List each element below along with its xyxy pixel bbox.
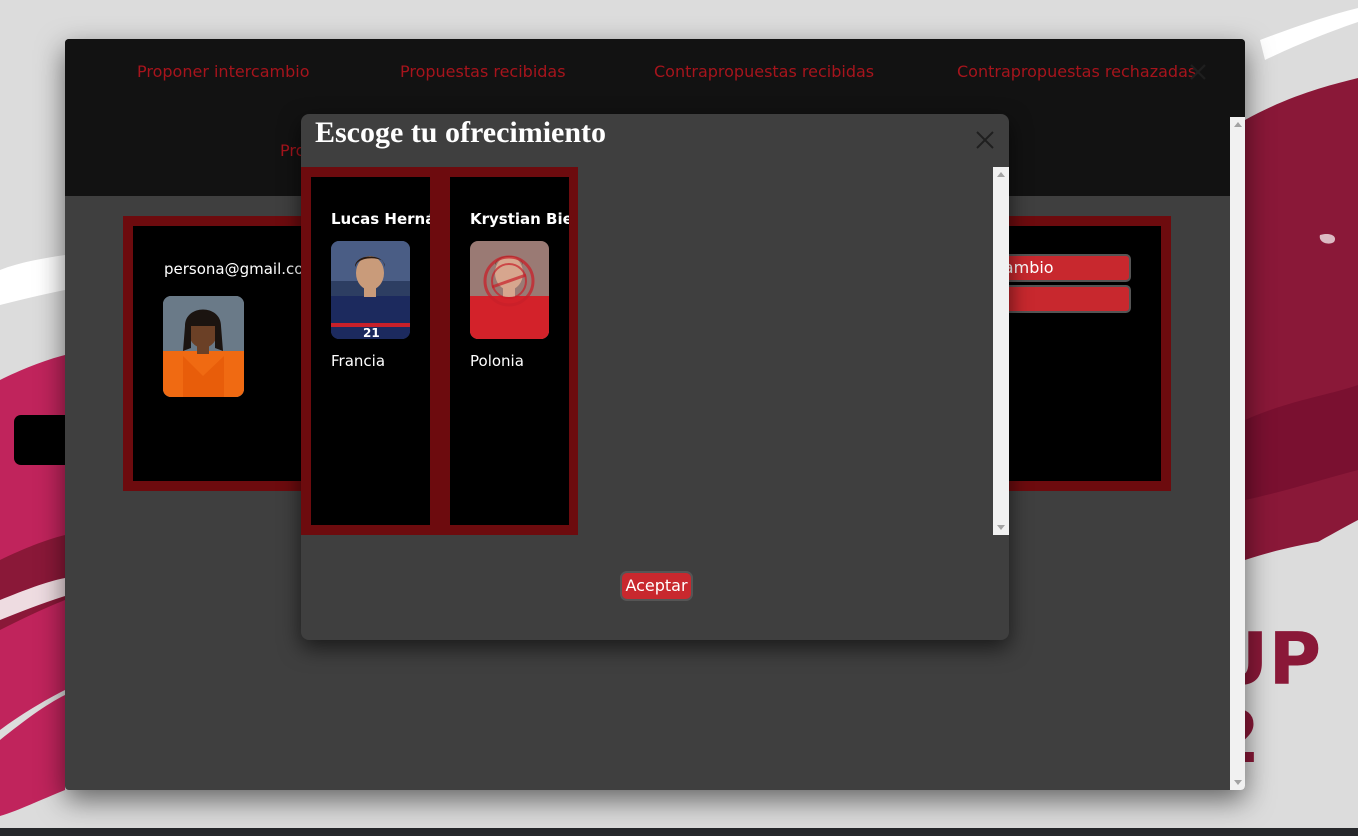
- nav-contrapropuestas-recibidas[interactable]: Contrapropuestas recibidas: [654, 62, 874, 81]
- scroll-down-arrow-icon[interactable]: [1234, 780, 1242, 785]
- player-scroll-area[interactable]: Lucas Hernández 21 Francia: [301, 167, 1009, 535]
- svg-text:21: 21: [363, 326, 380, 339]
- close-icon[interactable]: [1187, 61, 1209, 83]
- player-card[interactable]: Lucas Hernández 21 Francia: [311, 177, 430, 525]
- player-list: Lucas Hernández 21 Francia: [301, 167, 578, 535]
- player-card[interactable]: Krystian Bielik Polonia: [450, 177, 569, 525]
- user-email: persona@gmail.com: [164, 260, 319, 278]
- player-photo: [470, 241, 549, 339]
- scroll-down-arrow-icon[interactable]: [997, 525, 1005, 530]
- player-photo: [163, 296, 244, 397]
- player-name: Krystian Bielik: [470, 210, 569, 228]
- nav-propuestas-recibidas[interactable]: Propuestas recibidas: [400, 62, 566, 81]
- player-country: Francia: [331, 352, 386, 370]
- modal-scrollbar[interactable]: [993, 167, 1009, 535]
- main-scrollbar[interactable]: [1230, 117, 1245, 790]
- nav-contrapropuestas-rechazadas[interactable]: Contrapropuestas rechazadas: [957, 62, 1196, 81]
- scroll-up-arrow-icon[interactable]: [1234, 122, 1242, 127]
- scroll-up-arrow-icon[interactable]: [997, 172, 1005, 177]
- bottom-bar: [0, 828, 1358, 836]
- player-country: Polonia: [470, 352, 524, 370]
- offer-modal: Escoge tu ofrecimiento Lucas Hernández 2…: [301, 114, 1009, 640]
- player-photo: 21: [331, 241, 410, 339]
- modal-title: Escoge tu ofrecimiento: [315, 116, 607, 149]
- accept-button[interactable]: Aceptar: [620, 571, 693, 601]
- player-name: Lucas Hernández: [331, 210, 430, 228]
- nav-proponer-intercambio[interactable]: Proponer intercambio: [137, 62, 309, 81]
- close-icon[interactable]: [975, 130, 995, 150]
